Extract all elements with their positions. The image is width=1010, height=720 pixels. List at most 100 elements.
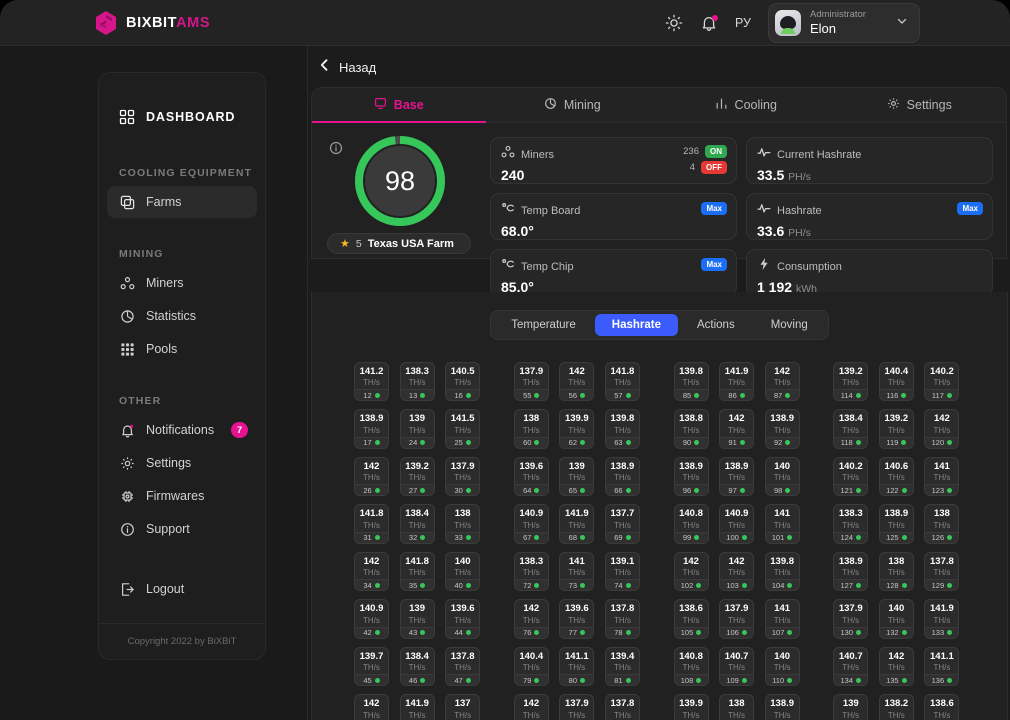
miner-card[interactable]: 139.2 TH/s 119 — [878, 409, 914, 449]
miner-card[interactable]: 140.8 TH/s 108 — [673, 646, 709, 687]
miner-card[interactable]: 142 TH/s 87 — [764, 362, 800, 402]
miner-card[interactable]: 142 TH/s 56 — [559, 362, 595, 402]
miner-card[interactable]: 140 TH/s 132 — [878, 599, 914, 639]
miner-card[interactable]: 139.1 TH/s 74 — [604, 551, 640, 592]
miner-card[interactable]: 137.9 TH/s 55 — [513, 362, 549, 402]
miner-card[interactable]: 140.8 TH/s 99 — [673, 504, 709, 544]
miner-card[interactable]: 141.1 TH/s 80 — [559, 646, 595, 687]
miner-card[interactable]: 141.9 TH/s 133 — [924, 599, 960, 639]
miner-card[interactable]: 141.5 TH/s 25 — [445, 409, 481, 449]
miner-card[interactable]: 138.9 TH/s 97 — [719, 456, 755, 497]
miner-card[interactable]: 142 TH/s 26 — [354, 456, 389, 497]
miner-card[interactable]: 140.7 TH/s 134 — [833, 646, 869, 687]
sidebar-item-farms[interactable]: Farms — [107, 186, 257, 218]
miner-card[interactable]: 138.9 TH/s 66 — [604, 456, 640, 497]
miner-card[interactable]: 137.9TH/s83 — [559, 694, 595, 720]
miner-card[interactable]: 137.9 TH/s 30 — [445, 456, 481, 497]
miner-card[interactable]: 139.2 TH/s 27 — [399, 456, 435, 497]
stat-current-hashrate[interactable]: Current Hashrate 33.5 PH/s — [746, 137, 993, 184]
miner-card[interactable]: 139 TH/s 43 — [399, 599, 435, 639]
tab-mining[interactable]: Mining — [486, 88, 660, 122]
miner-card[interactable]: 140.9 TH/s 67 — [513, 504, 549, 544]
miner-card[interactable]: 140.6 TH/s 122 — [878, 456, 914, 497]
miner-card[interactable]: 138TH/s112 — [719, 694, 755, 720]
miner-card[interactable]: 139.8 TH/s 104 — [764, 551, 800, 592]
miner-card[interactable]: 138.2TH/s138 — [878, 694, 914, 720]
miner-card[interactable]: 138.4 TH/s 46 — [399, 646, 435, 687]
segment-actions[interactable]: Actions — [680, 314, 752, 336]
sun-icon[interactable] — [665, 14, 683, 32]
miner-card[interactable]: 138.3 TH/s 124 — [833, 504, 869, 544]
miner-card[interactable]: 139 TH/s 65 — [559, 456, 595, 497]
miner-card[interactable]: 140 TH/s 98 — [764, 456, 800, 497]
miner-card[interactable]: 138.9 TH/s 125 — [878, 504, 914, 544]
back-button[interactable]: Назад — [308, 46, 1010, 87]
sidebar-item-notifications[interactable]: Notifications 7 — [107, 414, 257, 446]
miner-card[interactable]: 139.6 TH/s 44 — [445, 599, 481, 639]
miner-card[interactable]: 141 TH/s 107 — [764, 599, 800, 639]
miner-card[interactable]: 139.8 TH/s 63 — [604, 409, 640, 449]
miner-card[interactable]: 141.9TH/s49 — [399, 694, 435, 720]
segment-hashrate[interactable]: Hashrate — [594, 314, 678, 336]
sidebar-item-pools[interactable]: Pools — [107, 333, 257, 365]
tab-base[interactable]: Base — [312, 88, 486, 123]
segment-temperature[interactable]: Temperature — [494, 314, 593, 336]
miner-card[interactable]: 142 TH/s 76 — [513, 599, 549, 639]
sidebar-item-firmwares[interactable]: Firmwares — [107, 480, 257, 512]
miner-card[interactable]: 137.9 TH/s 130 — [833, 599, 869, 639]
info-icon[interactable] — [329, 141, 343, 160]
miner-card[interactable]: 141.8 TH/s 35 — [399, 551, 435, 592]
miner-card[interactable]: 140.7 TH/s 109 — [719, 646, 755, 687]
miner-card[interactable]: 138.4 TH/s 32 — [399, 504, 435, 544]
miner-card[interactable]: 140.2 TH/s 117 — [924, 362, 960, 402]
miner-card[interactable]: 138.3 TH/s 13 — [399, 362, 435, 402]
miner-card[interactable]: 138 TH/s 33 — [445, 504, 481, 544]
miner-card[interactable]: 138 TH/s 126 — [924, 504, 960, 544]
sidebar-item-miners[interactable]: Miners — [107, 267, 257, 299]
miner-card[interactable]: 140 TH/s 110 — [764, 646, 800, 687]
miner-card[interactable]: 137.8TH/s84 — [604, 694, 640, 720]
miner-card[interactable]: 140.2 TH/s 121 — [833, 456, 869, 497]
sidebar-item-statistics[interactable]: Statistics — [107, 300, 257, 332]
miner-card[interactable]: 137.7 TH/s 69 — [604, 504, 640, 544]
stat-hashrate[interactable]: Hashrate 33.6 PH/s Max — [746, 193, 993, 240]
miner-card[interactable]: 140 TH/s 40 — [445, 551, 481, 592]
miner-card[interactable]: 138.8 TH/s 90 — [673, 409, 709, 449]
miner-card[interactable]: 142 TH/s 135 — [878, 646, 914, 687]
miner-card[interactable]: 138.9TH/s113 — [764, 694, 800, 720]
tab-cooling[interactable]: Cooling — [659, 88, 833, 122]
miner-card[interactable]: 141.9 TH/s 68 — [559, 504, 595, 544]
sidebar-item-settings[interactable]: Settings — [107, 447, 257, 479]
miner-card[interactable]: 137.8 TH/s 129 — [924, 551, 960, 592]
miner-card[interactable]: 142 TH/s 120 — [924, 409, 960, 449]
farm-chip[interactable]: ★ 5 Texas USA Farm — [327, 233, 471, 254]
sidebar-item-dashboard[interactable]: DASHBOARD — [99, 97, 265, 137]
user-menu[interactable]: Administrator Elon — [768, 2, 920, 44]
miner-card[interactable]: 138.9 TH/s 17 — [354, 409, 389, 449]
miner-card[interactable]: 141.9 TH/s 86 — [719, 362, 755, 402]
chevron-down-icon[interactable] — [895, 14, 909, 33]
miner-card[interactable]: 142 TH/s 103 — [719, 551, 755, 592]
miner-card[interactable]: 138.3 TH/s 72 — [513, 551, 549, 592]
segment-moving[interactable]: Moving — [754, 314, 825, 336]
miner-card[interactable]: 138.9 TH/s 96 — [673, 456, 709, 497]
miner-card[interactable]: 141.2 TH/s 12 — [354, 362, 389, 402]
miner-card[interactable]: 140.9 TH/s 100 — [719, 504, 755, 544]
miner-card[interactable]: 139TH/s137 — [833, 694, 869, 720]
tab-settings[interactable]: Settings — [833, 88, 1007, 122]
miner-card[interactable]: 140.4 TH/s 116 — [878, 362, 914, 402]
stat-consumption[interactable]: Consumption 1 192 kWh — [746, 249, 993, 296]
sidebar-item-support[interactable]: Support — [107, 513, 257, 545]
miner-card[interactable]: 142 TH/s 102 — [673, 551, 709, 592]
miner-card[interactable]: 137.8 TH/s 47 — [445, 646, 481, 687]
miner-card[interactable]: 137.8 TH/s 78 — [604, 599, 640, 639]
miner-card[interactable]: 138.6TH/s139 — [924, 694, 960, 720]
miner-card[interactable]: 138 TH/s 128 — [878, 551, 914, 592]
miner-card[interactable]: 139.7 TH/s 45 — [354, 646, 389, 687]
miner-card[interactable]: 140.4 TH/s 79 — [513, 646, 549, 687]
miner-card[interactable]: 141 TH/s 123 — [924, 456, 960, 497]
miner-card[interactable]: 141 TH/s 73 — [559, 551, 595, 592]
stat-temp-chip[interactable]: Temp Chip 85.0° Max — [490, 249, 737, 296]
bell-icon[interactable] — [700, 14, 718, 32]
miner-card[interactable]: 138.9 TH/s 92 — [764, 409, 800, 449]
